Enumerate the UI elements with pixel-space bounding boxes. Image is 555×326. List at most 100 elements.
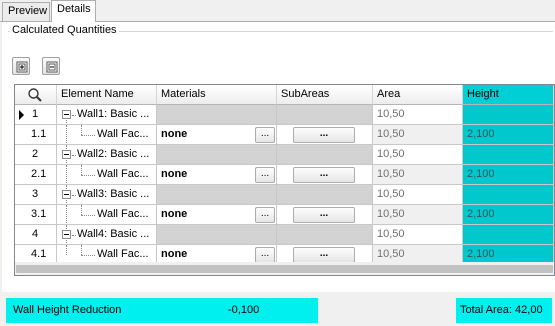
expand-all-button[interactable] (12, 57, 30, 75)
subareas-cell[interactable]: ... (277, 165, 373, 185)
tree-line (81, 125, 82, 135)
table-row[interactable]: 3 Wall3: Basic ... 10,50 (15, 185, 554, 205)
row-number: 1.1 (31, 128, 47, 140)
tab-preview[interactable]: Preview (2, 2, 50, 21)
tree-line (66, 245, 67, 255)
element-name: Wall3: Basic ... (77, 188, 150, 200)
materials-cell (157, 105, 277, 125)
tree-line (66, 205, 67, 224)
row-number: 3.1 (31, 208, 47, 220)
tree-line (81, 255, 95, 256)
column-header-element-name[interactable]: Element Name (57, 85, 157, 105)
subareas-button[interactable]: ... (293, 167, 355, 183)
materials-cell[interactable]: none... (157, 125, 277, 145)
material-value: none (161, 128, 188, 140)
materials-browse-button[interactable]: ... (255, 127, 275, 143)
collapse-all-icon (46, 61, 58, 73)
wall-height-label: Wall Height Reduction (13, 304, 122, 316)
height-cell[interactable]: 2,100 (463, 125, 554, 145)
area-cell: 10,50 (373, 165, 463, 185)
subareas-button[interactable]: ... (293, 207, 355, 223)
element-name-cell[interactable]: Wall Fac... (57, 125, 157, 145)
column-header-materials[interactable]: Materials (157, 85, 277, 105)
table-row[interactable]: 2 Wall2: Basic ... 10,50 (15, 145, 554, 165)
height-cell[interactable]: 2,100 (463, 165, 554, 185)
tab-strip: Preview Details (0, 0, 555, 22)
current-row-icon (19, 110, 24, 120)
materials-cell (157, 185, 277, 205)
area-cell: 10,50 (373, 125, 463, 145)
row-number-cell[interactable]: 1.1 (15, 125, 57, 145)
materials-browse-button[interactable]: ... (255, 167, 275, 183)
tree-line (81, 175, 95, 176)
tree-line (66, 125, 67, 144)
row-number: 3 (32, 188, 39, 200)
height-cell[interactable] (463, 105, 554, 125)
height-cell[interactable]: 2,100 (463, 205, 554, 225)
collapse-all-button[interactable] (42, 57, 60, 75)
element-name-cell[interactable]: Wall2: Basic ... (57, 145, 157, 165)
element-name-cell[interactable]: Wall4: Basic ... (57, 225, 157, 245)
element-name: Wall Fac... (97, 168, 149, 180)
subareas-cell[interactable]: ... (277, 205, 373, 225)
column-header-height[interactable]: Height (463, 85, 554, 105)
row-number-cell[interactable]: 4 (15, 225, 57, 245)
element-name: Wall2: Basic ... (77, 148, 150, 160)
element-name-cell[interactable]: Wall Fac... (57, 205, 157, 225)
element-name: Wall Fac... (97, 128, 149, 140)
row-number-cell[interactable]: 3 (15, 185, 57, 205)
collapse-node-icon[interactable] (62, 230, 71, 239)
element-name: Wall1: Basic ... (77, 108, 150, 120)
element-name-cell[interactable]: Wall3: Basic ... (57, 185, 157, 205)
subareas-cell (277, 105, 373, 125)
material-value: none (161, 168, 188, 180)
element-name-cell[interactable]: Wall1: Basic ... (57, 105, 157, 125)
area-cell: 10,50 (373, 225, 463, 245)
table-row[interactable]: 2.1 Wall Fac... none...... 10,50 2,100 (15, 165, 554, 185)
search-header[interactable] (15, 85, 57, 105)
table-row[interactable]: 1 Wall1: Basic ... 10,50 (15, 105, 554, 125)
subareas-button[interactable]: ... (293, 127, 355, 143)
row-number-cell[interactable]: 2.1 (15, 165, 57, 185)
subareas-cell (277, 145, 373, 165)
row-number: 2.1 (31, 168, 47, 180)
wall-height-value: -0,100 (228, 304, 260, 316)
expand-all-icon (16, 61, 28, 73)
subareas-cell (277, 225, 373, 245)
tree-line (72, 195, 76, 196)
collapse-node-icon[interactable] (62, 110, 71, 119)
column-header-area[interactable]: Area (373, 85, 463, 105)
area-cell: 10,50 (373, 185, 463, 205)
quantities-grid[interactable]: Element Name Materials SubAreas Area Hei… (14, 84, 555, 276)
subareas-cell[interactable]: ... (277, 125, 373, 145)
tree-line (66, 165, 67, 184)
tab-details[interactable]: Details (51, 0, 96, 22)
material-value: none (161, 208, 188, 220)
height-cell[interactable] (463, 185, 554, 205)
row-number-cell[interactable]: 3.1 (15, 205, 57, 225)
height-cell[interactable] (463, 145, 554, 165)
materials-browse-button[interactable]: ... (255, 207, 275, 223)
element-name-cell[interactable]: Wall Fac... (57, 165, 157, 185)
horizontal-scrollbar[interactable] (15, 262, 554, 275)
tree-line (72, 155, 76, 156)
section-title: Calculated Quantities (10, 24, 119, 36)
row-number: 4 (32, 228, 39, 240)
materials-cell[interactable]: none... (157, 165, 277, 185)
table-row[interactable]: 1.1 Wall Fac... none...... 10,50 2,100 (15, 125, 554, 145)
row-number-cell[interactable]: 2 (15, 145, 57, 165)
collapse-node-icon[interactable] (62, 190, 71, 199)
column-header-subareas[interactable]: SubAreas (277, 85, 373, 105)
materials-cell (157, 225, 277, 245)
subareas-button[interactable]: ... (293, 247, 355, 263)
height-cell[interactable] (463, 225, 554, 245)
area-cell: 10,50 (373, 105, 463, 125)
row-number: 1 (32, 108, 39, 120)
materials-browse-button[interactable]: ... (255, 247, 275, 263)
table-row[interactable]: 4 Wall4: Basic ... 10,50 (15, 225, 554, 245)
table-row[interactable]: 3.1 Wall Fac... none...... 10,50 2,100 (15, 205, 554, 225)
collapse-node-icon[interactable] (62, 150, 71, 159)
scrollbar-thumb[interactable] (16, 265, 553, 273)
row-number-cell[interactable]: 1 (15, 105, 57, 125)
materials-cell[interactable]: none... (157, 205, 277, 225)
